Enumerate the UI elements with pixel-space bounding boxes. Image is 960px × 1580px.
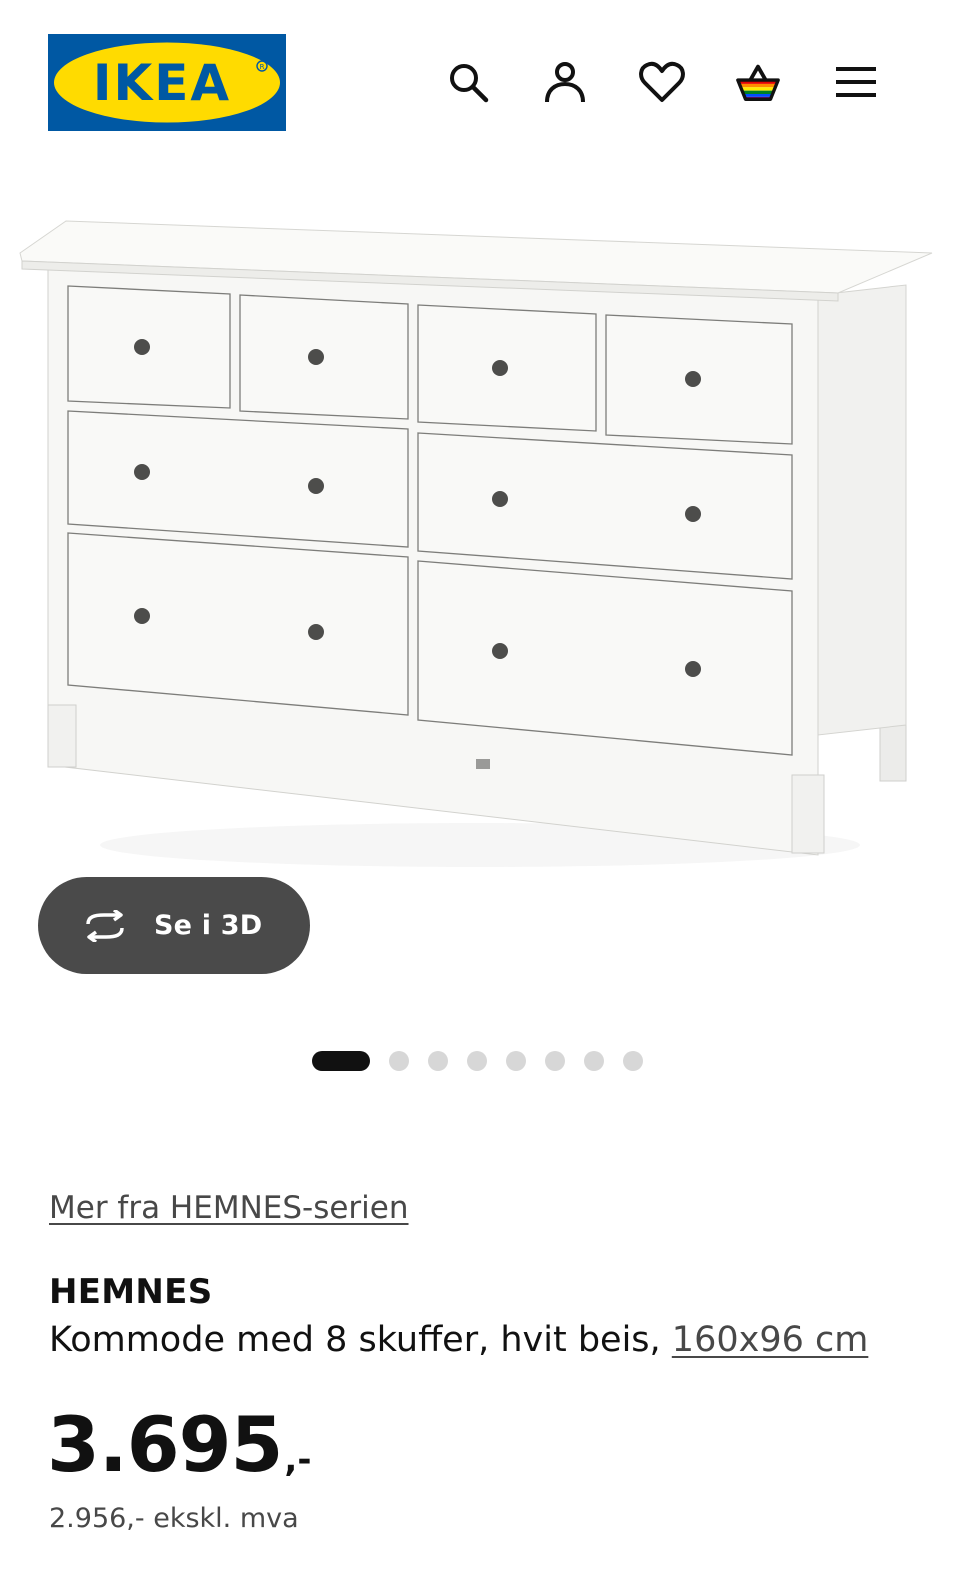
- svg-text:IKEA: IKEA: [93, 54, 231, 112]
- carousel-dot[interactable]: [623, 1051, 643, 1071]
- carousel-dot[interactable]: [545, 1051, 565, 1071]
- ikea-logo[interactable]: IKEA R: [48, 34, 286, 131]
- site-header: IKEA R: [0, 0, 960, 165]
- heart-icon[interactable]: [638, 58, 686, 106]
- search-icon[interactable]: [444, 58, 492, 106]
- view-in-3d-label: Se i 3D: [154, 910, 263, 941]
- menu-icon[interactable]: [832, 58, 880, 106]
- price-excl-vat: 2.956,- ekskl. mva: [49, 1503, 299, 1534]
- size-link[interactable]: 160x96 cm: [672, 1320, 869, 1360]
- svg-text:R: R: [260, 63, 265, 71]
- view-in-3d-button[interactable]: Se i 3D: [38, 877, 310, 974]
- carousel-dot[interactable]: [312, 1051, 370, 1071]
- cart-icon[interactable]: [734, 58, 782, 106]
- carousel-indicators: [312, 1050, 662, 1072]
- price-integer: 3.695: [47, 1400, 283, 1489]
- rotate-3d-icon: [86, 909, 124, 942]
- product-description-text: Kommode med 8 skuffer, hvit beis,: [49, 1320, 672, 1360]
- carousel-dot[interactable]: [467, 1051, 487, 1071]
- carousel-dot[interactable]: [506, 1051, 526, 1071]
- product-price: 3.695,-: [47, 1400, 311, 1489]
- series-link[interactable]: Mer fra HEMNES-serien: [49, 1190, 409, 1226]
- profile-icon[interactable]: [541, 58, 589, 106]
- product-description: Kommode med 8 skuffer, hvit beis, 160x96…: [49, 1320, 868, 1360]
- price-suffix: ,-: [284, 1440, 312, 1480]
- product-name: HEMNES: [49, 1272, 213, 1312]
- carousel-dot[interactable]: [428, 1051, 448, 1071]
- carousel-dot[interactable]: [584, 1051, 604, 1071]
- product-image[interactable]: [0, 165, 960, 880]
- carousel-dot[interactable]: [389, 1051, 409, 1071]
